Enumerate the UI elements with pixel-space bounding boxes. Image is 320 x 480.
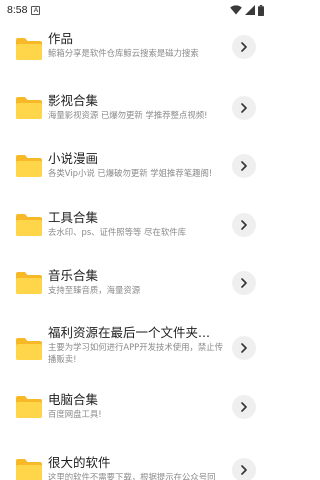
list-item[interactable]: 作品 鲸箱分享是软件仓库鲸云搜索是磁力搜索 [0,20,270,79]
item-title: 福利资源在最后一个文件夹... [48,324,210,340]
battery-icon [258,4,264,16]
open-button[interactable] [232,271,256,295]
item-title: 工具合集 [48,209,99,225]
folder-icon [14,37,44,61]
item-texts: 福利资源在最后一个文件夹... 主要为学习如何进行APP开发技术使用，禁止传播贩… [48,325,228,365]
open-button[interactable] [232,154,256,178]
folder-icon [14,271,44,295]
list-item[interactable]: 影视合集 海量影视资源 已爆勿更新 学推荐整点视频! [0,79,270,138]
cell-signal-icon [245,5,255,15]
item-title: 作品 [48,31,74,46]
notification-a-icon: A [31,5,41,15]
folder-icon [14,213,44,237]
open-button[interactable] [232,35,256,59]
item-texts: 作品 鲸箱分享是软件仓库鲸云搜索是磁力搜索 [48,31,228,59]
item-desc: 支持至臻音质，海量资源 [48,285,141,295]
folder-icon [14,395,44,419]
status-left: 8:58 A [7,4,41,16]
item-desc: 海量影视资源 已爆勿更新 学推荐整点视频! [48,109,208,120]
chevron-right-icon [241,342,247,353]
list-item[interactable]: 工具合集 去水印、ps、证件照等等 尽在软件库 [0,196,270,255]
item-desc: 这里的软件不需要下载，根据提示在公众号回 [48,472,216,480]
item-texts: 影视合集 海量影视资源 已爆勿更新 学推荐整点视频! [48,93,228,121]
open-button[interactable] [232,394,256,419]
status-right [230,4,264,16]
folder-icon [14,458,44,480]
chevron-right-icon [241,42,247,52]
chevron-right-icon [241,219,247,230]
open-button[interactable] [232,212,256,237]
chevron-right-icon [241,278,247,288]
open-button[interactable] [232,335,256,360]
item-texts: 电脑合集 百度网盘工具! [48,392,228,420]
item-texts: 很大的软件 这里的软件不需要下载，根据提示在公众号回 [48,455,228,480]
status-bar: 8:58 A [0,0,270,20]
chevron-right-icon [241,102,247,113]
item-title: 音乐合集 [48,268,99,283]
open-button[interactable] [232,95,256,120]
open-button[interactable] [232,458,256,480]
item-desc: 去水印、ps、证件照等等 尽在软件库 [48,226,186,237]
item-texts: 工具合集 去水印、ps、证件照等等 尽在软件库 [48,210,228,238]
folder-icon [14,96,44,120]
item-desc: 鲸箱分享是软件仓库鲸云搜索是磁力搜索 [48,48,199,58]
folder-icon [14,337,44,361]
item-title: 影视合集 [48,92,99,108]
chevron-right-icon [241,161,247,171]
chevron-right-icon [241,465,247,475]
list-item[interactable]: 福利资源在最后一个文件夹... 主要为学习如何进行APP开发技术使用，禁止传播贩… [0,313,270,383]
file-list: 作品 鲸箱分享是软件仓库鲸云搜索是磁力搜索 影视合集 海量影视资源 已爆勿更新 … [0,20,270,480]
item-title: 电脑合集 [48,391,99,407]
list-item[interactable]: 很大的软件 这里的软件不需要下载，根据提示在公众号回 [0,441,270,480]
list-item[interactable]: 小说漫画 各类Vip小说 已爆破勿更新 学姐推荐笔趣阁! [0,137,270,196]
chevron-right-icon [241,401,247,412]
item-texts: 小说漫画 各类Vip小说 已爆破勿更新 学姐推荐笔趣阁! [48,151,228,179]
item-texts: 音乐合集 支持至臻音质，海量资源 [48,268,228,296]
item-desc: 主要为学习如何进行APP开发技术使用，禁止传播贩卖! [48,341,223,364]
list-item[interactable]: 电脑合集 百度网盘工具! [0,383,270,442]
item-title: 小说漫画 [48,151,99,166]
status-time: 8:58 [7,4,28,16]
item-title: 很大的软件 [48,455,111,470]
item-desc: 各类Vip小说 已爆破勿更新 学姐推荐笔趣阁! [48,168,213,178]
item-desc: 百度网盘工具! [48,408,102,419]
wifi-icon [230,5,242,15]
folder-icon [14,154,44,178]
list-item[interactable]: 音乐合集 支持至臻音质，海量资源 [0,254,270,313]
